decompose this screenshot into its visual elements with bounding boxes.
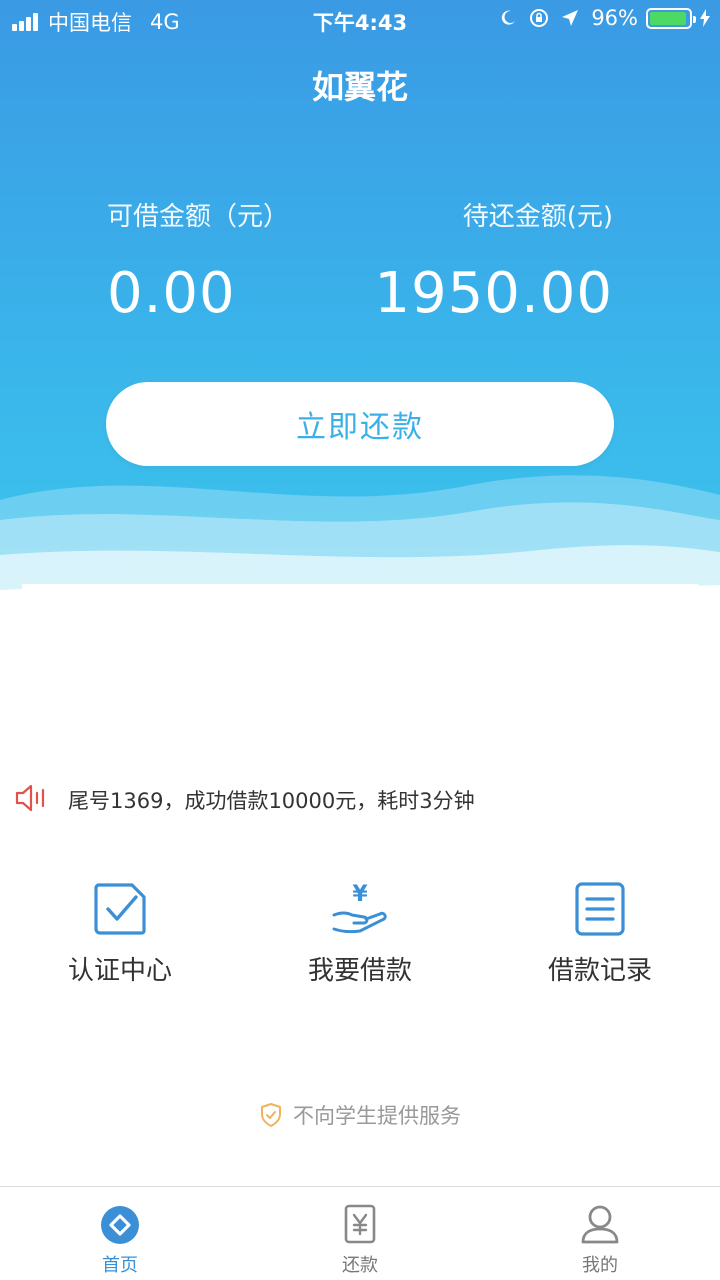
notice-text: 尾号1369，成功借款10000元，耗时3分钟 bbox=[68, 789, 475, 813]
hero-banner: 中国电信 4G 下午4:43 96% 如翼花 可借金额（元） 0.00 待还金额… bbox=[0, 0, 720, 610]
tab-mine[interactable]: 我的 bbox=[480, 1187, 720, 1280]
tab-label: 首页 bbox=[102, 1255, 138, 1276]
action-grid: 认证中心 ¥ 我要借款 借款记录 bbox=[0, 878, 720, 998]
available-amount: 可借金额（元） 0.00 bbox=[107, 196, 289, 326]
battery-percent: 96% bbox=[591, 6, 638, 30]
svg-text:¥: ¥ bbox=[352, 882, 368, 907]
status-bar: 中国电信 4G 下午4:43 96% bbox=[0, 0, 720, 40]
battery-level bbox=[650, 11, 687, 25]
money-hand-icon: ¥ bbox=[332, 882, 387, 934]
available-value: 0.00 bbox=[107, 261, 236, 326]
action-label: 借款记录 bbox=[547, 956, 652, 986]
user-icon bbox=[581, 1205, 619, 1244]
charging-bolt-icon bbox=[700, 9, 710, 27]
list-document-icon bbox=[575, 882, 625, 936]
repay-now-button[interactable]: 立即还款 bbox=[106, 382, 614, 466]
status-right: 96% bbox=[487, 6, 710, 30]
tab-repayment[interactable]: 还款 bbox=[240, 1187, 480, 1280]
action-loan-records[interactable]: 借款记录 bbox=[480, 878, 720, 987]
disclaimer-text: 不向学生提供服务 bbox=[293, 1104, 461, 1128]
tab-label: 我的 bbox=[582, 1255, 618, 1276]
content-card bbox=[22, 584, 698, 624]
app-title: 如翼花 bbox=[311, 68, 408, 106]
action-certification-center[interactable]: 认证中心 bbox=[0, 878, 240, 987]
tab-bar: 首页 还款 我的 bbox=[0, 1186, 720, 1280]
yuan-card-icon bbox=[344, 1204, 376, 1244]
checkbox-icon bbox=[94, 883, 146, 935]
action-label: 认证中心 bbox=[67, 956, 172, 986]
tab-home[interactable]: 首页 bbox=[0, 1187, 240, 1280]
pending-value: 1950.00 bbox=[374, 261, 613, 326]
home-icon bbox=[101, 1206, 139, 1244]
moon-icon bbox=[499, 9, 517, 27]
pending-amount: 待还金额(元) 1950.00 bbox=[374, 196, 613, 326]
notice-bar: 尾号1369，成功借款10000元，耗时3分钟 bbox=[14, 782, 475, 818]
battery-icon bbox=[646, 7, 696, 29]
location-arrow-icon bbox=[561, 9, 579, 27]
tab-label: 还款 bbox=[342, 1255, 378, 1276]
rotation-lock-icon bbox=[529, 8, 549, 28]
action-borrow[interactable]: ¥ 我要借款 bbox=[240, 878, 480, 987]
action-label: 我要借款 bbox=[307, 956, 412, 986]
speaker-icon bbox=[14, 782, 50, 818]
disclaimer: 不向学生提供服务 bbox=[0, 1100, 720, 1130]
available-label: 可借金额（元） bbox=[107, 202, 290, 232]
shield-check-icon bbox=[261, 1103, 281, 1127]
pending-label: 待还金额(元) bbox=[462, 202, 613, 232]
